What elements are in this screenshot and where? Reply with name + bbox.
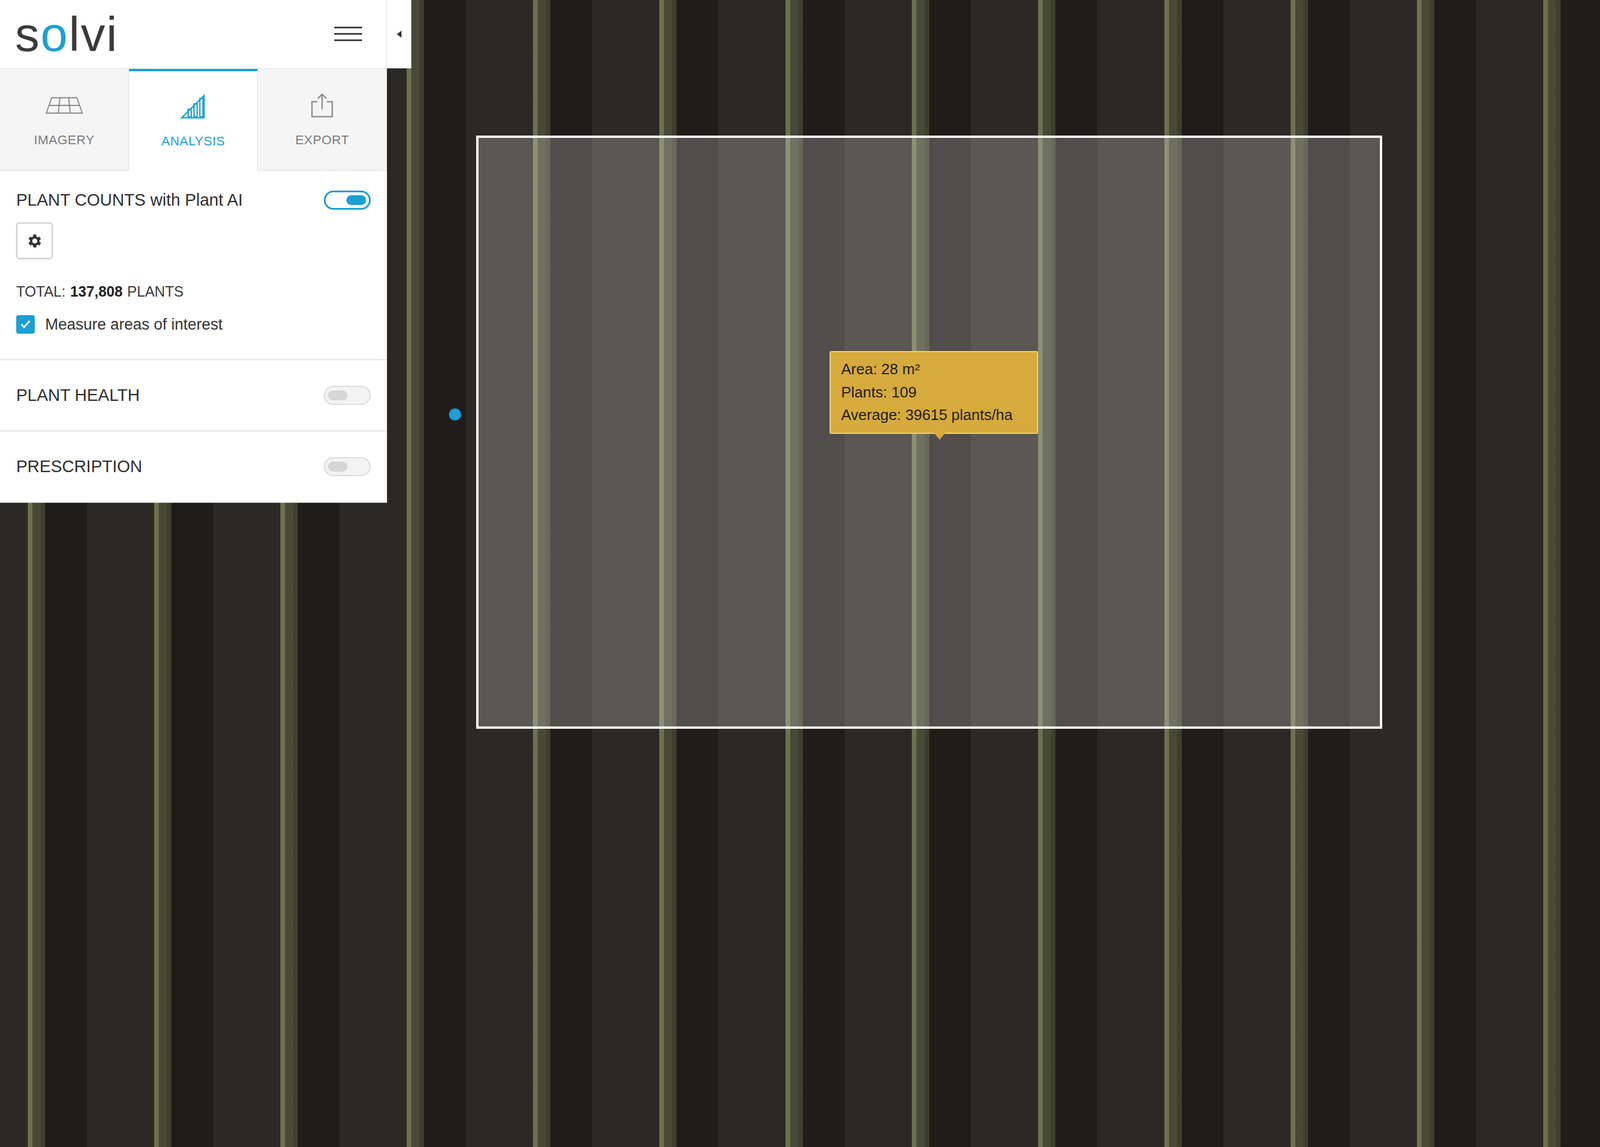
collapse-button[interactable] [386,0,412,69]
tab[interactable]: IMAGERY [0,68,130,171]
toggle-knob [327,461,348,472]
tab-label: IMAGERY [34,132,96,148]
sidebar: solvi IMAGERY ANALYSIS EXPORT PLANT COUNTS w… [0,0,412,503]
section-header: PLANT COUNTS with Plant AI [16,190,371,210]
section-title: PLANT COUNTS with Plant AI [16,190,243,210]
imagery-icon [45,92,84,119]
toggle-knob [346,195,367,206]
tab[interactable]: EXPORT [257,68,387,171]
header: solvi [0,0,412,69]
tooltip-arrow [933,432,946,440]
logo[interactable]: solvi [0,9,335,59]
logo-part: s [15,6,41,62]
tab[interactable]: ANALYSIS [129,68,259,171]
area-tooltip: Area: 28 m²Plants: 109Average: 39615 pla… [829,351,1039,434]
logo-part: o [40,6,69,62]
tooltip-line: Plants: 109 [841,381,1027,405]
total-value: 137,808 [70,283,123,301]
section-title: PRESCRIPTION [16,457,143,477]
collapse-arrow-icon [396,30,403,39]
total-label: TOTAL: [16,283,66,301]
plant-counts-section: PLANT COUNTS with Plant AI TOTAL:137,808P… [0,170,387,361]
export-icon [302,92,342,119]
toggle-switch[interactable] [323,190,371,210]
checkbox[interactable] [16,315,35,334]
analysis-section: PLANT HEALTH [0,360,387,432]
tooltip-line: Average: 39615 plants/ha [841,403,1027,427]
tab-label: EXPORT [295,132,350,148]
tooltip-line: Area: 28 m² [841,358,1027,382]
analysis-section: PRESCRIPTION [0,431,387,503]
check-icon [18,317,33,332]
section-header: PLANT HEALTH [16,385,371,405]
toggle-switch[interactable] [323,385,371,405]
measure-checkbox-row[interactable]: Measure areas of interest [16,315,371,334]
toggle-switch[interactable] [323,457,371,477]
tab-bar: IMAGERY ANALYSIS EXPORT [0,68,387,171]
total-unit: PLANTS [127,283,184,301]
tab-label: ANALYSIS [161,133,226,149]
section-header: PRESCRIPTION [16,457,371,477]
settings-button[interactable] [16,222,53,259]
gear-icon [26,232,44,250]
hamburger-icon[interactable] [334,25,363,43]
side-panel: IMAGERY ANALYSIS EXPORT PLANT COUNTS with P… [0,68,387,503]
vertex-handle[interactable] [448,408,462,421]
section-title: PLANT HEALTH [16,385,140,405]
total-count: TOTAL:137,808PLANTS [16,283,371,301]
solvi-screen: Area: 28 m²Plants: 109Average: 39615 pla… [0,0,1600,1147]
analysis-icon [173,93,213,120]
toggle-knob [327,390,348,401]
logo-part: lvi [68,6,119,62]
checkbox-label: Measure areas of interest [45,315,223,334]
